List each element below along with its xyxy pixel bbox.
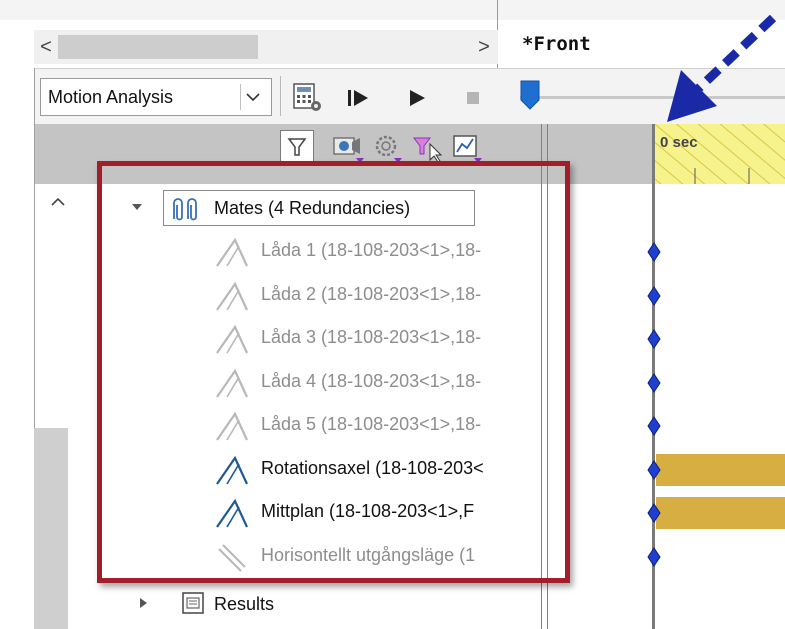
chevron-down-icon[interactable]: [240, 84, 266, 110]
keypoint-diamond-icon[interactable]: [646, 460, 662, 480]
results-label[interactable]: Results: [214, 594, 274, 615]
keypoint-diamond-icon[interactable]: [646, 242, 662, 262]
keypoint-diamond-icon[interactable]: [646, 547, 662, 567]
calculate-icon[interactable]: [292, 82, 322, 112]
scroll-up-icon[interactable]: [48, 192, 68, 212]
scroll-left-arrow[interactable]: <: [34, 30, 58, 64]
timeline-duration-bar[interactable]: [656, 454, 785, 486]
study-type-value: Motion Analysis: [48, 87, 174, 107]
timeline-slider-thumb[interactable]: [519, 80, 541, 110]
keypoint-diamond-icon[interactable]: [646, 416, 662, 436]
time-label: 0 sec: [660, 134, 698, 151]
highlight-rectangle: [97, 161, 570, 583]
filter-toggle-button[interactable]: [280, 130, 314, 164]
keypoint-diamond-icon[interactable]: [646, 503, 662, 523]
dashed-arrow-icon: [667, 14, 777, 122]
keypoint-diamond-icon[interactable]: [646, 329, 662, 349]
view-orientation-tab[interactable]: *Front: [522, 33, 591, 55]
vertical-scroll-thumb[interactable]: [34, 428, 68, 629]
stop-icon[interactable]: [462, 86, 484, 110]
keypoint-diamond-icon[interactable]: [646, 373, 662, 393]
play-from-start-icon[interactable]: [345, 86, 371, 110]
keypoint-diamond-icon[interactable]: [646, 286, 662, 306]
toolbar-separator: [280, 76, 281, 116]
timeline-duration-bar[interactable]: [656, 497, 785, 529]
scroll-right-arrow[interactable]: >: [472, 30, 496, 64]
expand-triangle-icon[interactable]: [137, 596, 149, 610]
scroll-thumb[interactable]: [58, 35, 258, 59]
results-folder-icon: [182, 592, 204, 614]
play-icon[interactable]: [406, 86, 428, 110]
funnel-icon: [287, 138, 307, 156]
